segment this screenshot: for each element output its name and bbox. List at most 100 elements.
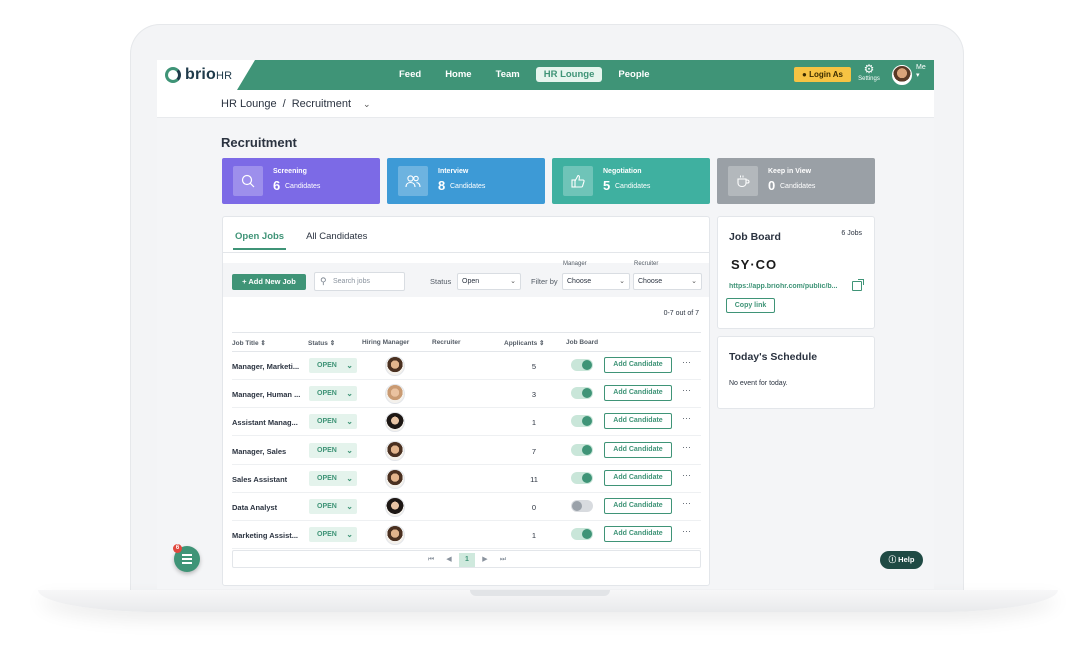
- more-options-icon[interactable]: ···: [682, 498, 691, 508]
- job-title[interactable]: Assistant Manag...: [232, 418, 302, 427]
- nav-link-hr-lounge[interactable]: HR Lounge: [535, 67, 603, 82]
- job-board-panel: Job Board 6 Jobs SY·CO https://app.brioh…: [717, 216, 875, 329]
- add-candidate-button[interactable]: Add Candidate: [604, 498, 672, 514]
- status-dropdown[interactable]: OPEN ⌄: [309, 499, 357, 514]
- job-board-toggle[interactable]: [571, 500, 593, 512]
- tab-open-jobs[interactable]: Open Jobs: [233, 231, 287, 250]
- avatar-manager[interactable]: [385, 525, 405, 546]
- copy-link-button[interactable]: Copy link: [726, 298, 775, 313]
- more-options-icon[interactable]: ···: [682, 413, 691, 423]
- col-status[interactable]: Status ⇕: [308, 339, 335, 347]
- manager-filter-select[interactable]: Choose ⌄: [562, 273, 630, 290]
- nav-link-feed[interactable]: Feed: [391, 67, 429, 82]
- table-row[interactable]: Marketing Assist... OPEN ⌄ 1 Add Candidate ··…: [232, 521, 701, 550]
- add-candidate-button[interactable]: Add Candidate: [604, 413, 672, 430]
- applicants-count[interactable]: 5: [529, 362, 539, 371]
- search-jobs-input[interactable]: ⚲ Search jobs: [314, 272, 405, 291]
- nav-link-people[interactable]: People: [610, 67, 657, 82]
- next-page-button[interactable]: ▶: [477, 553, 493, 567]
- add-candidate-button[interactable]: Add Candidate: [604, 357, 672, 373]
- login-as-button[interactable]: ● Login As: [794, 67, 851, 82]
- settings-button[interactable]: ⚙ Settings: [854, 63, 884, 83]
- col-job-title[interactable]: Job Title ⇕: [232, 339, 266, 347]
- page-title: Recruitment: [221, 135, 297, 150]
- prev-page-button[interactable]: ◀: [441, 553, 457, 567]
- applicants-count[interactable]: 11: [529, 475, 539, 484]
- applicants-count[interactable]: 0: [529, 503, 539, 512]
- add-candidate-button[interactable]: Add Candidate: [604, 469, 672, 486]
- pagination: ⏮ ◀ 1 ▶ ⏭: [232, 550, 701, 568]
- more-options-icon[interactable]: ···: [682, 385, 691, 395]
- status-dropdown[interactable]: OPEN ⌄: [309, 470, 357, 486]
- avatar-manager[interactable]: [385, 497, 405, 517]
- chevron-down-icon: ▾: [916, 72, 920, 79]
- job-board-toggle[interactable]: [571, 359, 593, 371]
- stage-card-keep-in-view[interactable]: Keep in View 0 Candidates: [717, 158, 875, 204]
- job-board-toggle[interactable]: [571, 415, 593, 428]
- applicants-count[interactable]: 1: [529, 418, 539, 427]
- job-board-toggle[interactable]: [571, 528, 593, 541]
- stage-card-interview[interactable]: Interview 8 Candidates: [387, 158, 545, 204]
- table-row[interactable]: Manager, Marketi... OPEN ⌄ 5 Add Candidate ··…: [232, 352, 701, 380]
- applicants-count[interactable]: 7: [529, 447, 539, 456]
- recruiter-filter-select[interactable]: Choose ⌄: [633, 273, 702, 290]
- me-menu[interactable]: Me ▾: [916, 64, 926, 80]
- applicants-count[interactable]: 3: [529, 390, 539, 399]
- external-link-icon[interactable]: [852, 279, 864, 291]
- job-title[interactable]: Marketing Assist...: [232, 531, 302, 540]
- avatar-manager[interactable]: [385, 384, 405, 405]
- more-options-icon[interactable]: ···: [682, 470, 691, 480]
- table-row[interactable]: Data Analyst OPEN ⌄ 0 Add Candidate ···: [232, 493, 701, 521]
- job-title[interactable]: Manager, Sales: [232, 447, 302, 456]
- job-title[interactable]: Data Analyst: [232, 503, 302, 512]
- help-button[interactable]: ⓘ Help: [880, 551, 923, 569]
- avatar-manager[interactable]: [385, 412, 405, 433]
- table-row[interactable]: Sales Assistant OPEN ⌄ 11 Add Candidate ···: [232, 465, 701, 493]
- col-applicants[interactable]: Applicants ⇕: [504, 339, 545, 347]
- chevron-down-icon[interactable]: ⌄: [363, 99, 371, 110]
- breadcrumb-current[interactable]: Recruitment: [292, 98, 351, 110]
- page-1-button[interactable]: 1: [459, 553, 475, 567]
- job-board-toggle[interactable]: [571, 443, 593, 456]
- brio-logo[interactable]: brioHR: [165, 66, 232, 84]
- status-dropdown[interactable]: OPEN ⌄: [309, 358, 357, 373]
- status-dropdown[interactable]: OPEN ⌄: [309, 386, 357, 402]
- add-candidate-button[interactable]: Add Candidate: [604, 385, 672, 402]
- tab-all-candidates[interactable]: All Candidates: [306, 231, 367, 250]
- add-candidate-button[interactable]: Add Candidate: [604, 441, 672, 458]
- more-options-icon[interactable]: ···: [682, 526, 691, 536]
- applicants-count[interactable]: 1: [529, 531, 539, 540]
- job-board-url[interactable]: https://app.briohr.com/public/b...: [729, 283, 847, 290]
- table-row[interactable]: Manager, Human ... OPEN ⌄ 3 Add Candidate ···: [232, 380, 701, 409]
- job-board-toggle[interactable]: [571, 387, 593, 400]
- avatar-manager[interactable]: [385, 468, 405, 489]
- status-dropdown[interactable]: OPEN ⌄: [309, 414, 357, 430]
- avatar-manager[interactable]: [385, 440, 405, 461]
- status-dropdown[interactable]: OPEN ⌄: [309, 442, 357, 458]
- more-options-icon[interactable]: ···: [682, 357, 691, 367]
- add-new-job-button[interactable]: + Add New Job: [232, 274, 306, 290]
- stage-card-screening[interactable]: Screening 6 Candidates: [222, 158, 380, 204]
- avatar-manager[interactable]: [385, 356, 405, 376]
- status-filter-select[interactable]: Open ⌄: [457, 273, 521, 290]
- stage-card-negotiation[interactable]: Negotiation 5 Candidates: [552, 158, 710, 204]
- nav-link-home[interactable]: Home: [437, 67, 479, 82]
- last-page-button[interactable]: ⏭: [495, 553, 511, 567]
- status-dropdown[interactable]: OPEN ⌄: [309, 527, 357, 543]
- breadcrumb: HR Lounge / Recruitment ⌄: [221, 98, 371, 110]
- job-board-toggle[interactable]: [571, 471, 593, 484]
- table-row[interactable]: Manager, Sales OPEN ⌄ 7 Add Candidate ···: [232, 437, 701, 465]
- job-title[interactable]: Sales Assistant: [232, 475, 302, 484]
- job-title[interactable]: Manager, Marketi...: [232, 362, 302, 371]
- nav-link-team[interactable]: Team: [488, 67, 528, 82]
- more-options-icon[interactable]: ···: [682, 442, 691, 452]
- job-title[interactable]: Manager, Human ...: [232, 390, 302, 399]
- add-candidate-button[interactable]: Add Candidate: [604, 526, 672, 543]
- filter-bar: + Add New Job ⚲ Search jobs Status Open ⌄…: [223, 261, 709, 297]
- first-page-button[interactable]: ⏮: [423, 553, 439, 567]
- user-avatar[interactable]: [892, 65, 912, 85]
- table-row[interactable]: Assistant Manag... OPEN ⌄ 1 Add Candidate ···: [232, 408, 701, 437]
- status-value: OPEN: [317, 446, 337, 454]
- breadcrumb-separator: /: [282, 98, 286, 110]
- breadcrumb-root[interactable]: HR Lounge: [221, 98, 277, 110]
